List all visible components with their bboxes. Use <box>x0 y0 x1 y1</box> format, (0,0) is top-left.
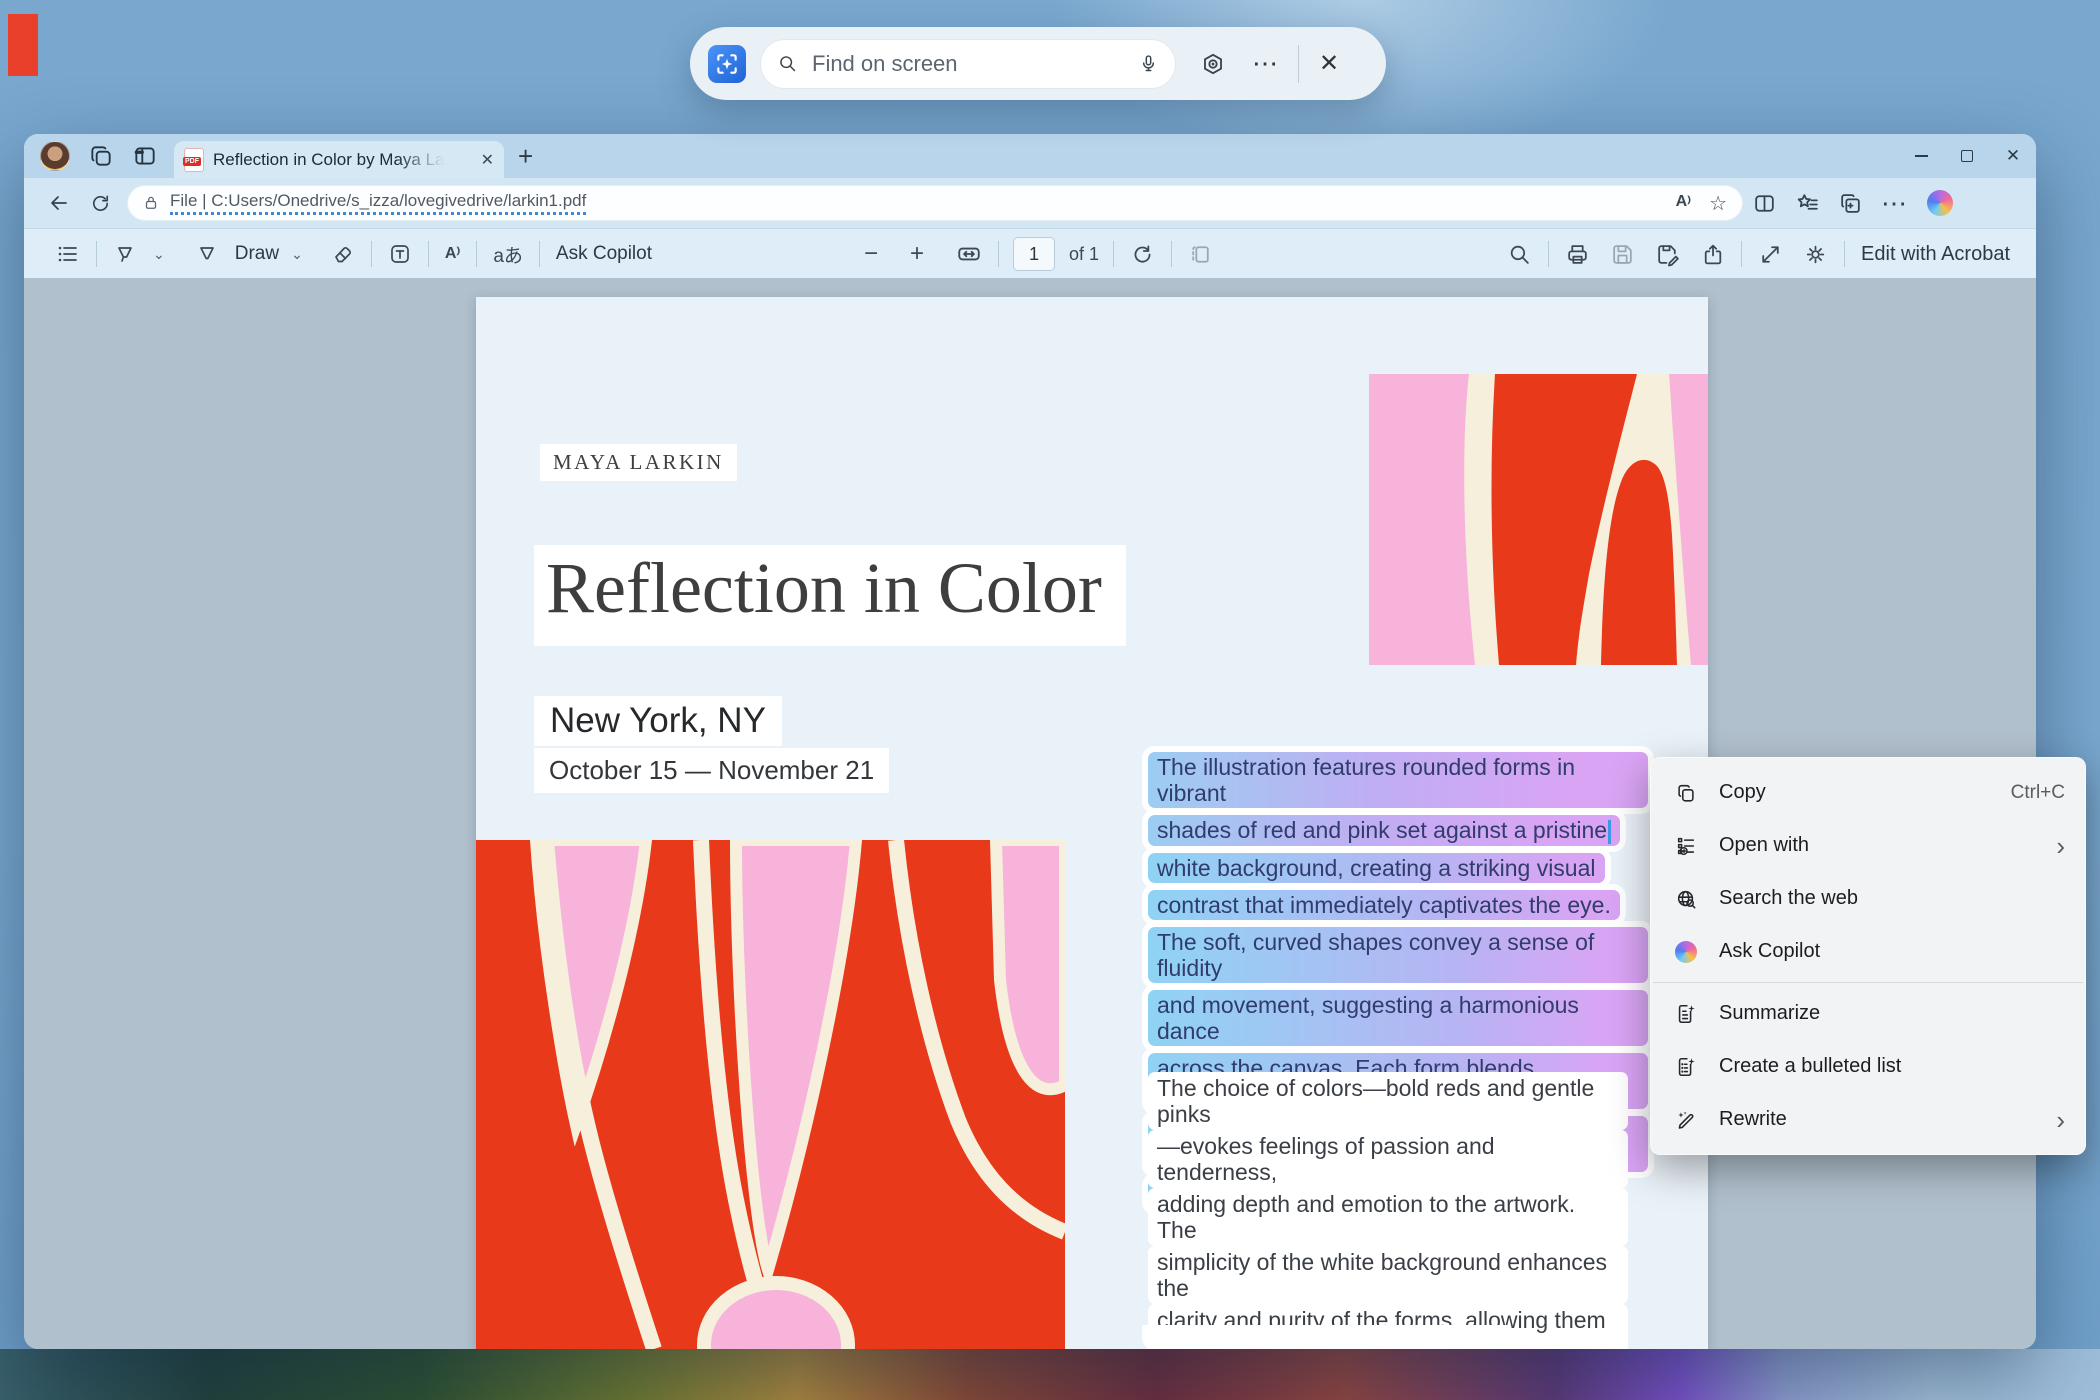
back-icon[interactable] <box>47 191 71 215</box>
address-bar: File | C:Users/Onedrive/s_izza/lovegived… <box>24 178 2036 228</box>
text-cursor <box>1608 820 1611 844</box>
menu-shortcut: Ctrl+C <box>2011 782 2065 804</box>
read-aloud-pdf-icon[interactable]: A⁾ <box>435 229 471 279</box>
artwork-bottom-left <box>476 840 1065 1349</box>
close-icon[interactable]: ✕ <box>1319 49 1339 78</box>
draw-label[interactable]: Draw <box>229 229 285 279</box>
split-screen-icon[interactable] <box>1752 191 1777 216</box>
visual-search-icon <box>708 45 746 83</box>
rewrite-icon <box>1673 1109 1699 1131</box>
lock-icon <box>142 194 160 212</box>
pdf-file-icon: PDF <box>184 148 204 172</box>
text-box-icon[interactable] <box>378 229 422 279</box>
summarize-icon <box>1673 1003 1699 1025</box>
tab-strip: PDF Reflection in Color by Maya Larki ✕ … <box>24 134 2036 178</box>
highlighter-icon[interactable] <box>103 229 147 279</box>
fit-to-width-icon[interactable] <box>934 229 992 279</box>
settings-cube-icon[interactable] <box>1200 51 1226 77</box>
highlighter-dropdown-icon[interactable]: ⌄ <box>149 229 169 279</box>
submenu-arrow-icon: › <box>2056 1107 2065 1133</box>
wallpaper-bloom-strip <box>0 1349 2100 1400</box>
window-controls: ✕ <box>1898 134 2036 178</box>
body-paragraph[interactable]: The choice of colors—bold reds and gentl… <box>1148 1072 1628 1349</box>
minimize-button[interactable] <box>1898 134 1944 178</box>
findbar-divider <box>1298 45 1299 83</box>
browser-window: PDF Reflection in Color by Maya Larki ✕ … <box>24 134 2036 1349</box>
edit-with-acrobat-button[interactable]: Edit with Acrobat <box>1851 229 2020 279</box>
favorites-bar-icon[interactable] <box>1795 191 1820 216</box>
new-tab-button[interactable]: + <box>518 143 533 169</box>
copilot-icon <box>1673 941 1699 963</box>
read-aloud-icon[interactable]: A⁾ <box>1676 193 1692 213</box>
menu-item-ask-copilot[interactable]: Ask Copilot <box>1651 925 2085 978</box>
copilot-icon[interactable] <box>1927 190 1953 216</box>
eraser-icon[interactable] <box>307 229 365 279</box>
microphone-icon[interactable] <box>1138 53 1159 74</box>
menu-item-copy[interactable]: Copy Ctrl+C <box>1651 766 2085 819</box>
document-title: Reflection in Color <box>534 545 1126 646</box>
url-text: File | C:Users/Onedrive/s_izza/lovegived… <box>170 191 586 215</box>
close-window-button[interactable]: ✕ <box>1990 134 2036 178</box>
tab-reflection-in-color[interactable]: PDF Reflection in Color by Maya Larki ✕ <box>174 141 504 178</box>
url-field[interactable]: File | C:Users/Onedrive/s_izza/lovegived… <box>127 185 1743 221</box>
document-location: New York, NY <box>534 696 782 746</box>
more-icon[interactable]: ⋯ <box>1252 48 1280 79</box>
draw-pen-icon[interactable] <box>169 229 229 279</box>
open-with-icon <box>1673 835 1699 857</box>
page-count-label: of 1 <box>1069 244 1099 265</box>
favorite-star-icon[interactable]: ☆ <box>1709 191 1727 216</box>
menu-item-rewrite[interactable]: Rewrite › <box>1651 1093 2085 1146</box>
menu-separator <box>1653 982 2083 983</box>
save-as-icon[interactable] <box>1645 229 1690 279</box>
collections-icon[interactable] <box>1838 191 1863 216</box>
pdf-toolbar: ⌄ Draw ⌄ A⁾ aあ As <box>24 228 2036 278</box>
maximize-button[interactable] <box>1944 134 1990 178</box>
find-on-screen-input-wrap <box>760 39 1176 89</box>
fullscreen-icon[interactable] <box>1748 229 1793 279</box>
share-icon[interactable] <box>1690 229 1735 279</box>
zoom-out-icon[interactable]: − <box>854 229 888 279</box>
artwork-top-right <box>1369 374 1708 665</box>
rotate-icon[interactable] <box>1120 229 1165 279</box>
save-icon <box>1600 229 1645 279</box>
document-author: MAYA LARKIN <box>540 444 737 481</box>
table-of-contents-icon[interactable] <box>46 229 90 279</box>
profile-avatar[interactable] <box>40 141 70 171</box>
context-menu: Copy Ctrl+C Open with › Search the web A… <box>1650 757 2086 1155</box>
background-window-fragment <box>8 14 38 76</box>
menu-item-summarize[interactable]: Summarize <box>1651 987 2085 1040</box>
submenu-arrow-icon: › <box>2056 833 2065 859</box>
document-dates: October 15 — November 21 <box>534 748 889 793</box>
menu-item-create-bulleted-list[interactable]: Create a bulleted list <box>1651 1040 2085 1093</box>
search-icon <box>777 53 798 74</box>
page-view-icon <box>1178 229 1223 279</box>
copy-icon <box>1673 782 1699 804</box>
find-on-screen-input[interactable] <box>810 50 1138 78</box>
page-number-input[interactable] <box>1013 237 1055 271</box>
find-on-screen-bar: ⋯ ✕ <box>690 27 1386 100</box>
translate-icon[interactable]: aあ <box>483 229 533 279</box>
tab-title: Reflection in Color by Maya Larki <box>213 150 453 170</box>
browser-more-icon[interactable]: ⋯ <box>1881 188 1909 219</box>
workspaces-icon[interactable] <box>88 143 114 169</box>
desktop: PDF Reflection in Color by Maya Larki ✕ … <box>0 0 2100 1400</box>
menu-item-search-the-web[interactable]: Search the web <box>1651 872 2085 925</box>
refresh-icon[interactable] <box>89 192 112 215</box>
search-pdf-icon[interactable] <box>1497 229 1542 279</box>
menu-item-open-with[interactable]: Open with › <box>1651 819 2085 872</box>
pdf-settings-gear-icon[interactable] <box>1793 229 1838 279</box>
bulleted-list-icon <box>1673 1056 1699 1078</box>
tab-actions-icon[interactable] <box>132 143 158 169</box>
paragraph-continuation <box>1142 1325 1510 1349</box>
tab-close-icon[interactable]: ✕ <box>481 150 494 170</box>
ask-copilot-button[interactable]: Ask Copilot <box>546 229 662 279</box>
zoom-in-icon[interactable]: + <box>888 229 934 279</box>
draw-dropdown-icon[interactable]: ⌄ <box>287 229 307 279</box>
pdf-page: MAYA LARKIN Reflection in Color New York… <box>476 297 1708 1349</box>
print-icon[interactable] <box>1555 229 1600 279</box>
web-search-icon <box>1673 888 1699 910</box>
